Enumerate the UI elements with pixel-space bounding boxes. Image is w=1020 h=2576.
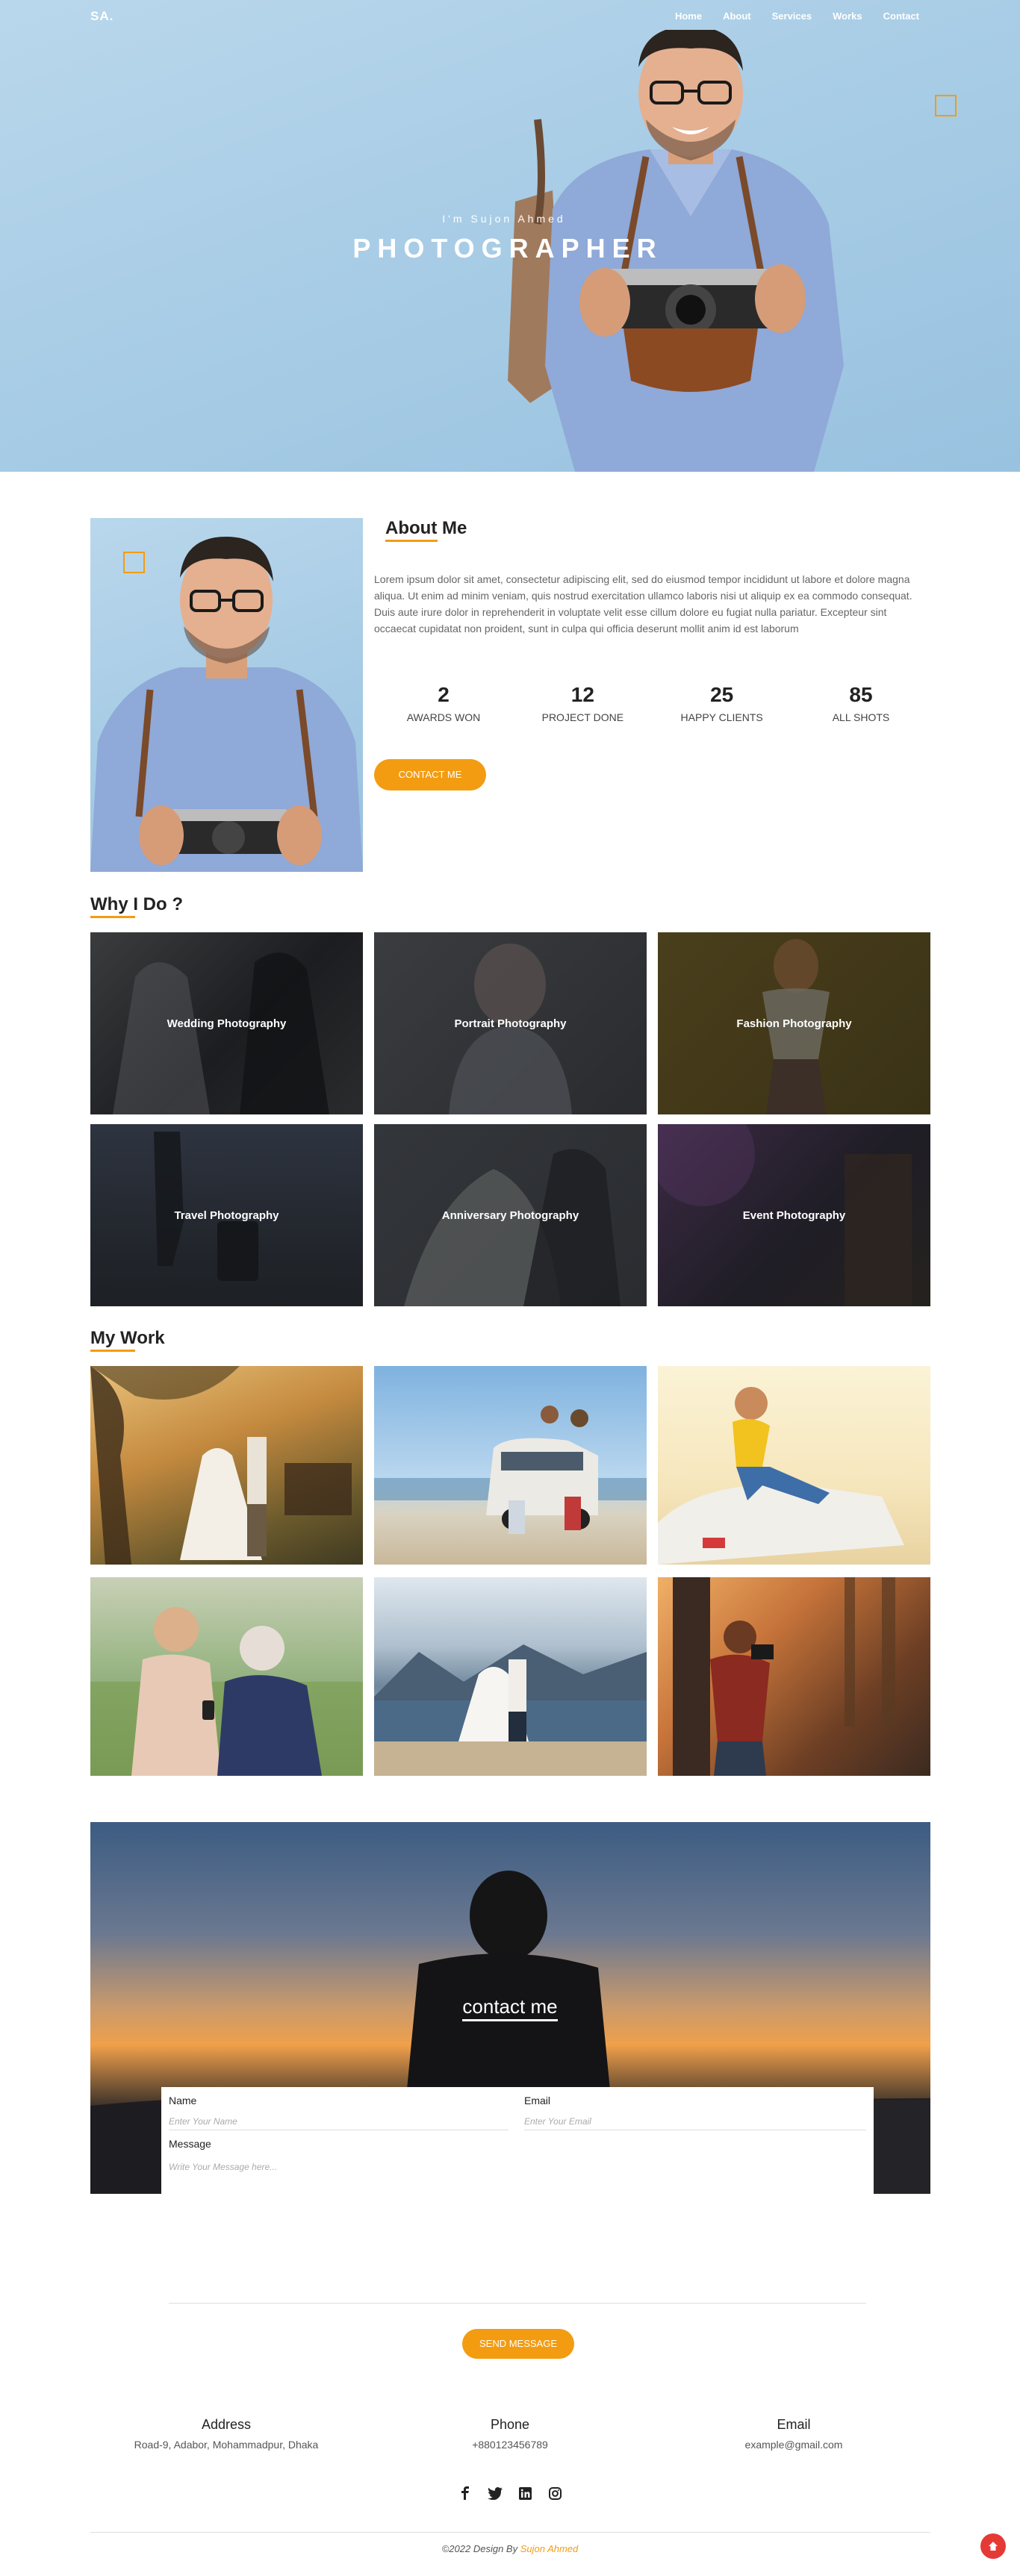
message-textarea[interactable]	[169, 2162, 866, 2304]
work-image-photographer-woods[interactable]	[658, 1577, 930, 1776]
contact-me-button[interactable]: CONTACT ME	[374, 759, 486, 790]
logo[interactable]: SA.	[90, 9, 113, 24]
copyright-prefix: ©2022 Design By	[441, 2543, 520, 2554]
work-image-grandmother[interactable]	[90, 1577, 363, 1776]
stat-clients: 25 HAPPY CLIENTS	[653, 683, 792, 723]
top-navbar: SA. Home About Services Works Contact	[0, 0, 1020, 34]
phone-label: Phone	[490, 2417, 530, 2432]
service-label: Anniversary Photography	[441, 1209, 579, 1222]
stat-value: 2	[438, 683, 450, 706]
page: SA. Home About Services Works Contact I'…	[0, 0, 1020, 2576]
services-heading: Why I Do ?	[90, 894, 183, 918]
name-label: Name	[169, 2095, 197, 2106]
work-photo	[90, 1607, 363, 1776]
stat-shots: 85 ALL SHOTS	[792, 683, 930, 723]
decorative-square	[123, 552, 145, 573]
instagram-icon[interactable]	[547, 2486, 562, 2501]
social-links	[0, 2486, 1020, 2501]
email-input[interactable]	[524, 2112, 866, 2130]
nav-item-contact[interactable]: Contact	[883, 10, 919, 22]
service-tile-wedding[interactable]: Wedding Photography	[90, 932, 363, 1114]
nav-links: Home About Services Works Contact	[675, 10, 919, 22]
works-heading: My Work	[90, 1328, 165, 1352]
work-image-wedding-lake[interactable]	[374, 1577, 647, 1776]
work-image-friends-van[interactable]	[374, 1366, 647, 1565]
contact-heading-text: contact me	[462, 1995, 558, 2021]
nav-item-home[interactable]: Home	[675, 10, 702, 22]
work-photo	[658, 1387, 904, 1565]
name-input[interactable]	[169, 2112, 509, 2130]
service-label: Fashion Photography	[736, 1017, 852, 1030]
email-label: Email	[777, 2417, 811, 2432]
stats-row: 2 AWARDS WON 12 PROJECT DONE 25 HAPPY CL…	[374, 683, 930, 723]
footer-divider	[90, 2532, 930, 2533]
footer-address: Address Road-9, Adabor, Mohammadpur, Dha…	[114, 2417, 338, 2451]
stat-label: PROJECT DONE	[541, 711, 624, 723]
service-tile-event[interactable]: Event Photography	[658, 1124, 930, 1306]
work-photo	[90, 1366, 352, 1565]
copyright-author[interactable]: Sujon Ahmed	[520, 2543, 579, 2554]
send-message-button[interactable]: SEND MESSAGE	[462, 2329, 574, 2359]
service-tile-fashion[interactable]: Fashion Photography	[658, 932, 930, 1114]
hero-title: PHOTOGRAPHER	[352, 233, 663, 263]
arrow-up-icon	[989, 2542, 998, 2551]
contact-heading: contact me	[0, 1995, 1020, 2021]
address-value: Road-9, Adabor, Mohammadpur, Dhaka	[134, 2439, 319, 2451]
stat-label: AWARDS WON	[406, 711, 481, 723]
nav-item-works[interactable]: Works	[833, 10, 862, 22]
service-label: Travel Photography	[174, 1209, 279, 1222]
stat-value: 85	[849, 683, 873, 706]
stat-projects: 12 PROJECT DONE	[513, 683, 652, 723]
service-tile-travel[interactable]: Travel Photography	[90, 1124, 363, 1306]
stat-value: 25	[710, 683, 734, 706]
stat-awards: 2 AWARDS WON	[374, 683, 513, 723]
work-photo	[374, 1406, 647, 1534]
nav-item-services[interactable]: Services	[772, 10, 812, 22]
hero-section: SA. Home About Services Works Contact I'…	[0, 0, 1020, 472]
work-image-couple-sunset[interactable]	[90, 1366, 363, 1565]
decorative-square	[935, 95, 957, 116]
service-label: Portrait Photography	[454, 1017, 567, 1030]
work-image-woman-car[interactable]	[658, 1366, 930, 1565]
footer-phone: Phone +880123456789	[398, 2417, 622, 2451]
service-label: Wedding Photography	[167, 1017, 287, 1030]
contact-form: Name Email Message	[161, 2087, 874, 2304]
copyright: ©2022 Design By Sujon Ahmed	[0, 2543, 1020, 2554]
about-paragraph: Lorem ipsum dolor sit amet, consectetur …	[374, 573, 912, 634]
nav-item-about[interactable]: About	[723, 10, 751, 22]
service-tile-portrait[interactable]: Portrait Photography	[374, 932, 647, 1114]
about-heading: About Me	[385, 518, 467, 542]
service-tile-anniversary[interactable]: Anniversary Photography	[374, 1124, 647, 1306]
hero-subtitle: I'm Sujon Ahmed	[442, 213, 566, 225]
message-label: Message	[169, 2138, 211, 2150]
scroll-to-top-button[interactable]	[980, 2533, 1006, 2559]
service-label: Event Photography	[742, 1209, 846, 1222]
email-value: example@gmail.com	[744, 2439, 843, 2451]
linkedin-icon[interactable]	[517, 2486, 532, 2501]
twitter-icon[interactable]	[488, 2486, 503, 2501]
stat-label: HAPPY CLIENTS	[680, 711, 763, 723]
stat-value: 12	[570, 683, 594, 706]
work-photo	[673, 1577, 895, 1776]
phone-value: +880123456789	[472, 2439, 548, 2451]
email-label: Email	[524, 2095, 551, 2106]
footer-email: Email example@gmail.com	[682, 2417, 906, 2451]
stat-label: ALL SHOTS	[832, 711, 890, 723]
facebook-icon[interactable]	[458, 2486, 473, 2501]
work-photo	[374, 1644, 647, 1776]
address-label: Address	[201, 2417, 252, 2432]
